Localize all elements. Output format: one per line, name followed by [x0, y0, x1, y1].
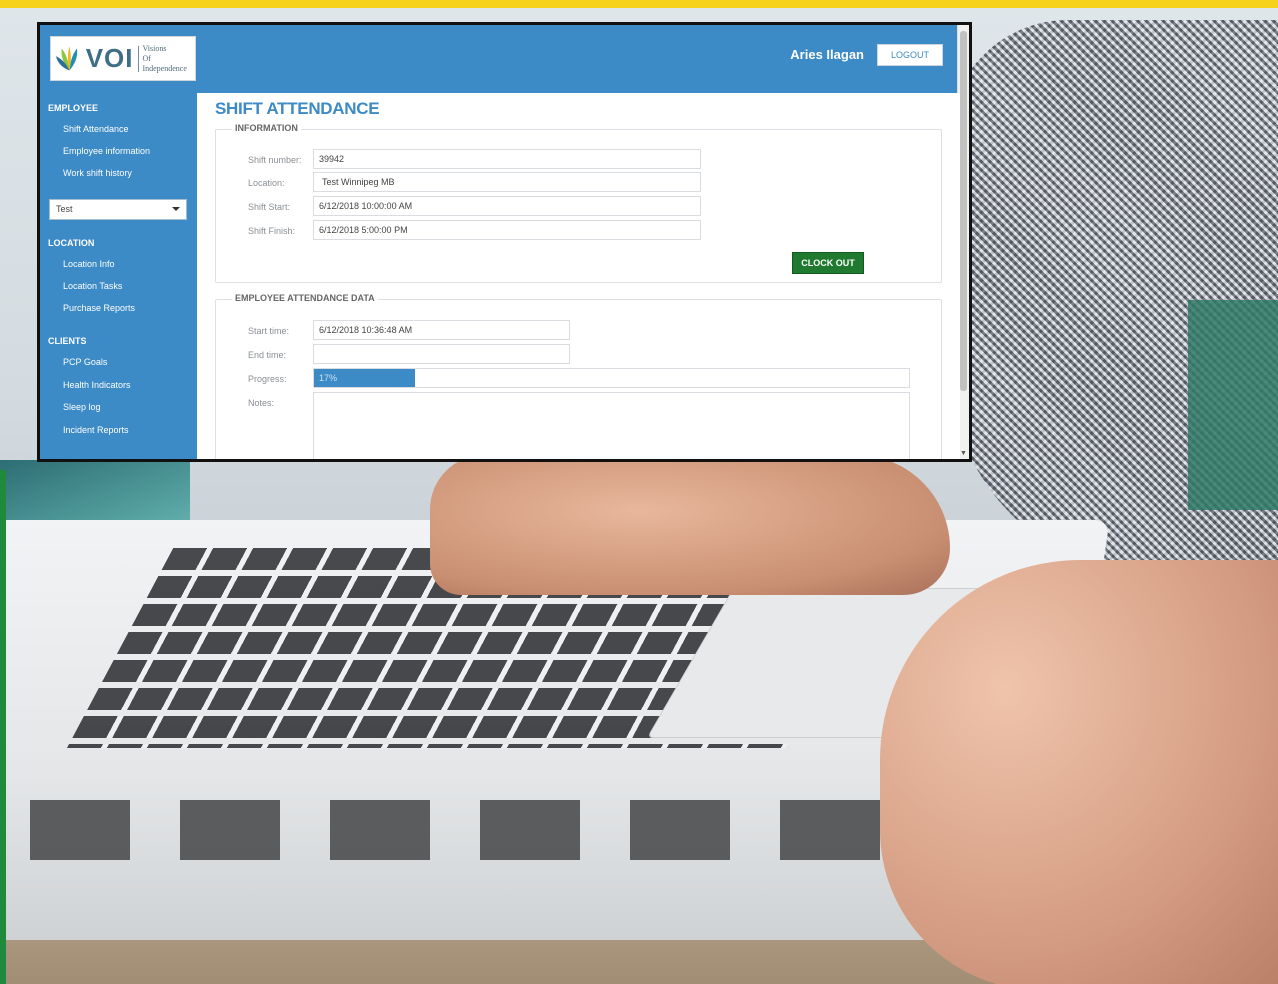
left-green-stripe: [0, 470, 6, 984]
logo-tagline-line2: Of Independence: [142, 53, 187, 73]
sidebar-item-work-shift-history[interactable]: Work shift history: [63, 168, 132, 178]
logo-divider: [137, 45, 139, 72]
end-time-field[interactable]: [313, 344, 570, 364]
sidebar-heading-location: LOCATION: [48, 238, 95, 248]
sidebar-item-shift-attendance[interactable]: Shift Attendance: [63, 124, 129, 134]
sidebar-item-purchase-reports[interactable]: Purchase Reports: [63, 303, 135, 313]
top-bar: VOI Visions Of Independence Aries Ilagan…: [40, 25, 960, 93]
typing-hand: [430, 455, 950, 595]
sidebar-heading-employee: EMPLOYEE: [48, 103, 99, 113]
shift-number-label: Shift number:: [248, 155, 302, 165]
user-name: Aries Ilagan: [790, 47, 864, 62]
progress-bar: 17%: [313, 368, 910, 388]
sidebar-item-pcp-goals[interactable]: PCP Goals: [63, 357, 107, 367]
logout-button[interactable]: LOGOUT: [877, 44, 943, 66]
sidebar: EMPLOYEE Shift Attendance Employee infor…: [40, 93, 197, 459]
information-fieldset: INFORMATION Shift number: 39942 Location…: [215, 123, 942, 283]
location-field[interactable]: Test Winnipeg MB: [313, 172, 701, 192]
logo-wordmark: VOI: [85, 43, 134, 73]
sidebar-heading-clients: CLIENTS: [48, 336, 87, 346]
laptop-ports: [30, 800, 890, 860]
sidebar-item-employee-information[interactable]: Employee information: [63, 146, 150, 156]
leaf-logo-icon: [55, 46, 78, 70]
main-content: SHIFT ATTENDANCE INFORMATION Shift numbe…: [197, 93, 960, 459]
shift-number-field[interactable]: 39942: [313, 149, 701, 169]
shift-finish-label: Shift Finish:: [248, 226, 296, 236]
shift-start-field[interactable]: 6/12/2018 10:00:00 AM: [313, 196, 701, 216]
location-select[interactable]: Test: [49, 199, 187, 220]
notes-label: Notes:: [248, 398, 275, 408]
location-label: Location:: [248, 178, 285, 188]
end-time-label: End time:: [248, 350, 287, 360]
attendance-legend: EMPLOYEE ATTENDANCE DATA: [232, 293, 378, 303]
sidebar-item-health-indicators[interactable]: Health Indicators: [63, 380, 131, 390]
start-time-field[interactable]: 6/12/2018 10:36:48 AM: [313, 320, 570, 340]
start-time-label: Start time:: [248, 326, 290, 336]
green-wall: [1188, 300, 1278, 510]
scroll-down-arrow-icon[interactable]: ▼: [960, 450, 967, 457]
sidebar-item-location-info[interactable]: Location Info: [63, 259, 115, 269]
progress-bar-fill: 17%: [314, 369, 416, 387]
voi-logo[interactable]: VOI Visions Of Independence: [50, 36, 196, 81]
chevron-down-icon: [172, 207, 180, 211]
shift-finish-field[interactable]: 6/12/2018 5:00:00 PM: [313, 220, 701, 240]
sidebar-item-location-tasks[interactable]: Location Tasks: [63, 281, 122, 291]
progress-label: Progress:: [248, 374, 287, 384]
location-select-value: Test: [56, 204, 73, 214]
clock-out-button[interactable]: CLOCK OUT: [792, 252, 864, 274]
top-yellow-stripe: [0, 0, 1278, 8]
attendance-fieldset: EMPLOYEE ATTENDANCE DATA Start time: 6/1…: [215, 293, 942, 459]
logo-tagline-line1: Visions: [142, 43, 167, 53]
resting-hand: [880, 560, 1278, 984]
logo-tagline: Visions Of Independence: [142, 44, 195, 74]
shift-start-label: Shift Start:: [248, 202, 291, 212]
page-title: SHIFT ATTENDANCE: [215, 99, 380, 118]
information-legend: INFORMATION: [232, 123, 301, 133]
app-window: VOI Visions Of Independence Aries Ilagan…: [37, 22, 972, 462]
sidebar-item-incident-reports[interactable]: Incident Reports: [63, 425, 129, 435]
scroll-thumb[interactable]: [960, 31, 967, 391]
sidebar-item-sleep-log[interactable]: Sleep log: [63, 402, 101, 412]
notes-textarea[interactable]: [313, 392, 910, 459]
